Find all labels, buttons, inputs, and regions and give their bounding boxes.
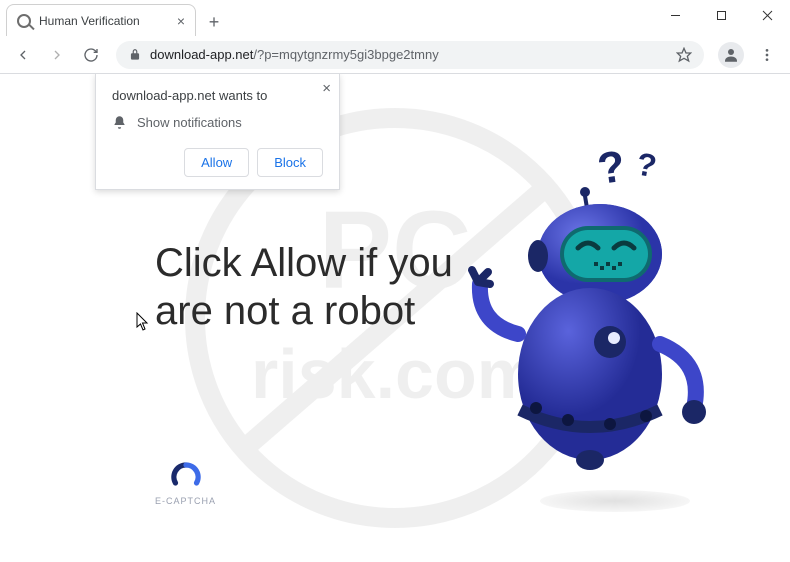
window-titlebar: Human Verification × + <box>0 0 790 36</box>
profile-avatar[interactable] <box>718 42 744 68</box>
permission-item: Show notifications <box>112 115 323 130</box>
captcha-logo-icon <box>171 462 201 492</box>
page-headline-block: Click Allow if you are not a robot <box>155 239 455 335</box>
close-icon[interactable]: × <box>322 80 331 97</box>
svg-text:?: ? <box>634 145 660 184</box>
url-text: download-app.net/?p=mqytgnzrmy5gi3bpge2t… <box>150 47 439 62</box>
svg-text:?: ? <box>595 144 628 194</box>
permission-item-label: Show notifications <box>137 115 242 130</box>
cursor-icon <box>136 312 150 332</box>
window-controls <box>652 0 790 30</box>
robot-shadow <box>540 490 690 512</box>
page-viewport: PC risk.com × download-app.net wants to … <box>0 74 790 562</box>
reload-button[interactable] <box>76 40 106 70</box>
notification-permission-dialog: × download-app.net wants to Show notific… <box>95 74 340 190</box>
captcha-logo-label: E-CAPTCHA <box>155 496 216 506</box>
allow-button[interactable]: Allow <box>184 148 249 177</box>
tab-title: Human Verification <box>39 14 140 28</box>
robot-illustration: ? ? <box>460 144 720 484</box>
bell-icon <box>112 115 127 130</box>
captcha-logo: E-CAPTCHA <box>155 462 216 506</box>
permission-host-text: download-app.net wants to <box>112 88 323 103</box>
bookmark-star-icon[interactable] <box>676 47 692 63</box>
back-button[interactable] <box>8 40 38 70</box>
close-tab-icon[interactable]: × <box>177 13 185 29</box>
maximize-button[interactable] <box>698 0 744 30</box>
minimize-button[interactable] <box>652 0 698 30</box>
address-bar[interactable]: download-app.net/?p=mqytgnzrmy5gi3bpge2t… <box>116 41 704 69</box>
new-tab-button[interactable]: + <box>200 8 228 36</box>
lock-icon <box>128 48 142 62</box>
block-button[interactable]: Block <box>257 148 323 177</box>
forward-button[interactable] <box>42 40 72 70</box>
kebab-menu-icon[interactable] <box>752 40 782 70</box>
page-headline: Click Allow if you are not a robot <box>155 239 455 335</box>
close-window-button[interactable] <box>744 0 790 30</box>
browser-toolbar: download-app.net/?p=mqytgnzrmy5gi3bpge2t… <box>0 36 790 74</box>
magnifier-icon <box>17 14 31 28</box>
browser-tab[interactable]: Human Verification × <box>6 4 196 36</box>
